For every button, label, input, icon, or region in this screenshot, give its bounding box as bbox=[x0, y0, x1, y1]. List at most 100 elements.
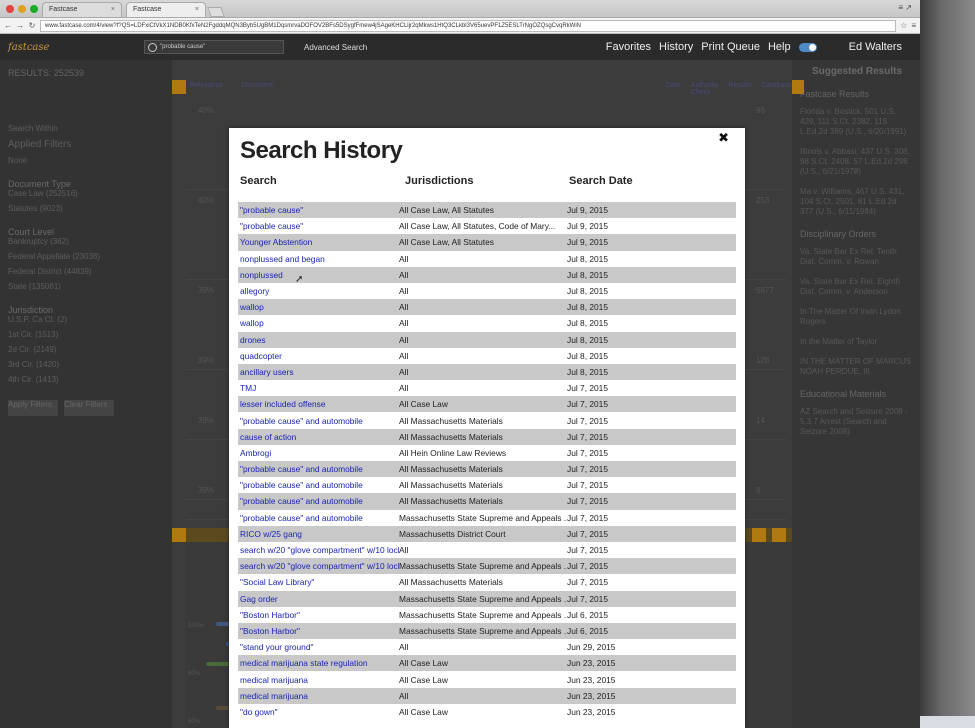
search-within-button[interactable]: Search Within bbox=[8, 124, 164, 133]
table-row[interactable]: "do gown" All Case Law Jun 23, 2015 bbox=[238, 703, 736, 720]
search-link[interactable]: Younger Abstention bbox=[238, 237, 399, 247]
table-row[interactable]: RICO w/25 gang Massachusetts District Cou… bbox=[238, 525, 736, 542]
search-link[interactable]: nonplussed bbox=[238, 270, 399, 280]
table-row[interactable]: allegory All Jul 8, 2015 bbox=[238, 282, 736, 300]
search-link[interactable]: search w/20 "glove compartment" w/10 loc… bbox=[238, 545, 399, 555]
filter-option[interactable]: 2d Cir. (2149) bbox=[8, 345, 164, 354]
filter-option[interactable]: Statutes (9023) bbox=[8, 204, 164, 213]
search-link[interactable]: "Boston Harbor" bbox=[238, 610, 399, 620]
table-row[interactable]: drones All Jul 8, 2015 bbox=[238, 331, 736, 348]
table-row[interactable]: "probable cause" and automobile All Massa… bbox=[238, 412, 736, 429]
fastcase-logo[interactable]: fastcase bbox=[8, 42, 98, 53]
close-tab-icon[interactable]: × bbox=[195, 6, 199, 14]
date-column[interactable]: Date bbox=[666, 82, 681, 96]
url-field[interactable]: www.fastcase.com/4/view?f?QS=LDFxiCtVkX1… bbox=[40, 19, 897, 32]
suggested-item[interactable]: Illinois v. Abbasi, 437 U.S. 308, 98 S.C… bbox=[800, 147, 912, 177]
suggested-item[interactable]: In the Matter of Taylor bbox=[800, 337, 912, 347]
search-link[interactable]: "Boston Harbor" bbox=[238, 626, 399, 636]
suggested-item[interactable]: IN THE MATTER OF MARCUS NOAH PERDUE, III bbox=[800, 357, 912, 377]
authority-check-column[interactable]: Authority Check bbox=[691, 82, 719, 96]
filter-option[interactable]: Case Law (252516) bbox=[8, 189, 164, 198]
filter-option[interactable]: State (135081) bbox=[8, 282, 164, 291]
table-row[interactable]: ancillary users All Jul 8, 2015 bbox=[238, 363, 736, 381]
forward-icon[interactable]: → bbox=[16, 21, 24, 30]
window-controls[interactable]: ≡ ↗ bbox=[898, 3, 912, 12]
table-row[interactable]: wallop All Jul 8, 2015 bbox=[238, 299, 736, 316]
search-link[interactable]: Ambrogi bbox=[238, 448, 399, 458]
suggested-item[interactable]: Va. State Bar Ex Rel. Tenth Dist. Comm. … bbox=[800, 247, 912, 267]
relevance-column[interactable]: Relevance bbox=[190, 82, 223, 89]
search-link[interactable]: quadcopter bbox=[238, 351, 399, 361]
table-row[interactable]: "Boston Harbor" Massachusetts State Supre… bbox=[238, 622, 736, 640]
table-row[interactable]: "Social Law Library" All Massachusetts Ma… bbox=[238, 574, 736, 591]
search-link[interactable]: "probable cause" and automobile bbox=[238, 496, 399, 506]
search-link[interactable]: medical marijuana bbox=[238, 675, 399, 685]
filter-option[interactable]: Federal Appellate (23038) bbox=[8, 252, 164, 261]
table-row[interactable]: "probable cause" All Case Law, All Statut… bbox=[238, 202, 736, 219]
search-link[interactable]: medical marijuana bbox=[238, 691, 399, 701]
search-link[interactable]: cause of action bbox=[238, 432, 399, 442]
close-icon[interactable]: ✖ bbox=[718, 131, 729, 146]
search-link[interactable]: "probable cause" bbox=[238, 221, 399, 231]
table-row[interactable]: medical marijuana All Case Law Jun 23, 201… bbox=[238, 671, 736, 688]
browser-tab[interactable]: Fastcase × bbox=[126, 2, 206, 17]
search-link[interactable]: "stand your ground" bbox=[238, 642, 399, 652]
search-link[interactable]: lesser included offense bbox=[238, 399, 399, 409]
table-row[interactable]: nonplussed All Jul 8, 2015 bbox=[238, 266, 736, 283]
table-row[interactable]: quadcopter All Jul 8, 2015 bbox=[238, 347, 736, 364]
filter-option[interactable]: Federal District (44839) bbox=[8, 267, 164, 276]
table-row[interactable]: cause of action All Massachusetts Materia… bbox=[238, 428, 736, 445]
advanced-search-link[interactable]: Advanced Search bbox=[304, 43, 367, 52]
table-row[interactable]: "stand your ground" All Jun 29, 2015 bbox=[238, 639, 736, 656]
table-row[interactable]: "probable cause" All Case Law, All Statut… bbox=[238, 218, 736, 235]
window-buttons[interactable] bbox=[6, 5, 38, 13]
maximize-window-icon[interactable] bbox=[30, 5, 38, 13]
search-link[interactable]: allegory bbox=[238, 286, 399, 296]
table-row[interactable]: Younger Abstention All Case Law, All Stat… bbox=[238, 234, 736, 251]
table-row[interactable]: "probable cause" and automobile All Massa… bbox=[238, 477, 736, 494]
table-row[interactable]: "probable cause" and automobile All Massa… bbox=[238, 493, 736, 510]
table-row[interactable]: lesser included offense All Case Law Jul 7… bbox=[238, 396, 736, 413]
database-column[interactable]: Database bbox=[762, 82, 792, 96]
search-link[interactable]: search w/20 "glove compartment" w/10 loc… bbox=[238, 561, 399, 571]
table-row[interactable]: Ambrogi All Hein Online Law Reviews Jul 7,… bbox=[238, 444, 736, 461]
search-link[interactable]: drones bbox=[238, 335, 399, 345]
search-link[interactable]: wallop bbox=[238, 302, 399, 312]
close-window-icon[interactable] bbox=[6, 5, 14, 13]
search-link[interactable]: "probable cause" and automobile bbox=[238, 416, 399, 426]
menu-icon[interactable]: ≡ bbox=[911, 21, 916, 30]
table-row[interactable]: Gag order Massachusetts State Supreme and… bbox=[238, 590, 736, 607]
suggested-item[interactable]: Florida v. Bostick, 501 U.S. 429, 111 S.… bbox=[800, 107, 912, 137]
search-link[interactable]: RICO w/25 gang bbox=[238, 529, 399, 539]
close-tab-icon[interactable]: × bbox=[111, 6, 115, 14]
table-row[interactable]: medical marijuana All Jun 23, 2015 bbox=[238, 687, 736, 704]
table-row[interactable]: wallop All Jul 8, 2015 bbox=[238, 315, 736, 332]
table-row[interactable]: TMJ All Jul 7, 2015 bbox=[238, 380, 736, 397]
search-link[interactable]: nonplussed and began bbox=[238, 254, 399, 264]
search-link[interactable]: "probable cause" bbox=[238, 205, 399, 215]
clear-filters-button[interactable]: Clear Filters bbox=[64, 400, 115, 416]
collapse-right-button[interactable] bbox=[792, 80, 804, 94]
table-row[interactable]: medical marijuana state regulation All Ca… bbox=[238, 655, 736, 672]
filter-option[interactable]: 4th Cir. (1413) bbox=[8, 375, 164, 384]
suggested-item[interactable]: AZ Search and Seizure 2008 - 5.3.7 Arres… bbox=[800, 407, 912, 437]
mode-toggle[interactable] bbox=[798, 42, 817, 52]
suggested-item[interactable]: Ma v. Williams, 467 U.S. 431, 104 S.Ct. … bbox=[800, 187, 912, 217]
table-row[interactable]: "probable cause" and automobile All Massa… bbox=[238, 461, 736, 478]
visualization-toggle-left[interactable] bbox=[172, 528, 186, 542]
filter-option[interactable]: Bankruptcy (362) bbox=[8, 237, 164, 246]
search-link[interactable]: "probable cause" and automobile bbox=[238, 464, 399, 474]
collapse-left-button[interactable] bbox=[172, 80, 186, 94]
suggested-item[interactable]: Va. State Bar Ex Rel. Eighth Dist. Comm.… bbox=[800, 277, 912, 297]
search-link[interactable]: TMJ bbox=[238, 383, 399, 393]
search-link[interactable]: Gag order bbox=[238, 594, 399, 604]
search-link[interactable]: "probable cause" and automobile bbox=[238, 480, 399, 490]
user-name[interactable]: Ed Walters bbox=[849, 41, 902, 53]
new-tab-button[interactable] bbox=[207, 7, 225, 17]
search-link[interactable]: wallop bbox=[238, 318, 399, 328]
document-column[interactable]: Document bbox=[241, 82, 273, 89]
filter-option[interactable]: 3rd Cir. (1420) bbox=[8, 360, 164, 369]
filter-option[interactable]: U.S.P. Ca Ct. (2) bbox=[8, 315, 164, 324]
apply-filters-button[interactable]: Apply Filters bbox=[8, 400, 58, 416]
table-row[interactable]: search w/20 "glove compartment" w/10 loc… bbox=[238, 558, 736, 575]
